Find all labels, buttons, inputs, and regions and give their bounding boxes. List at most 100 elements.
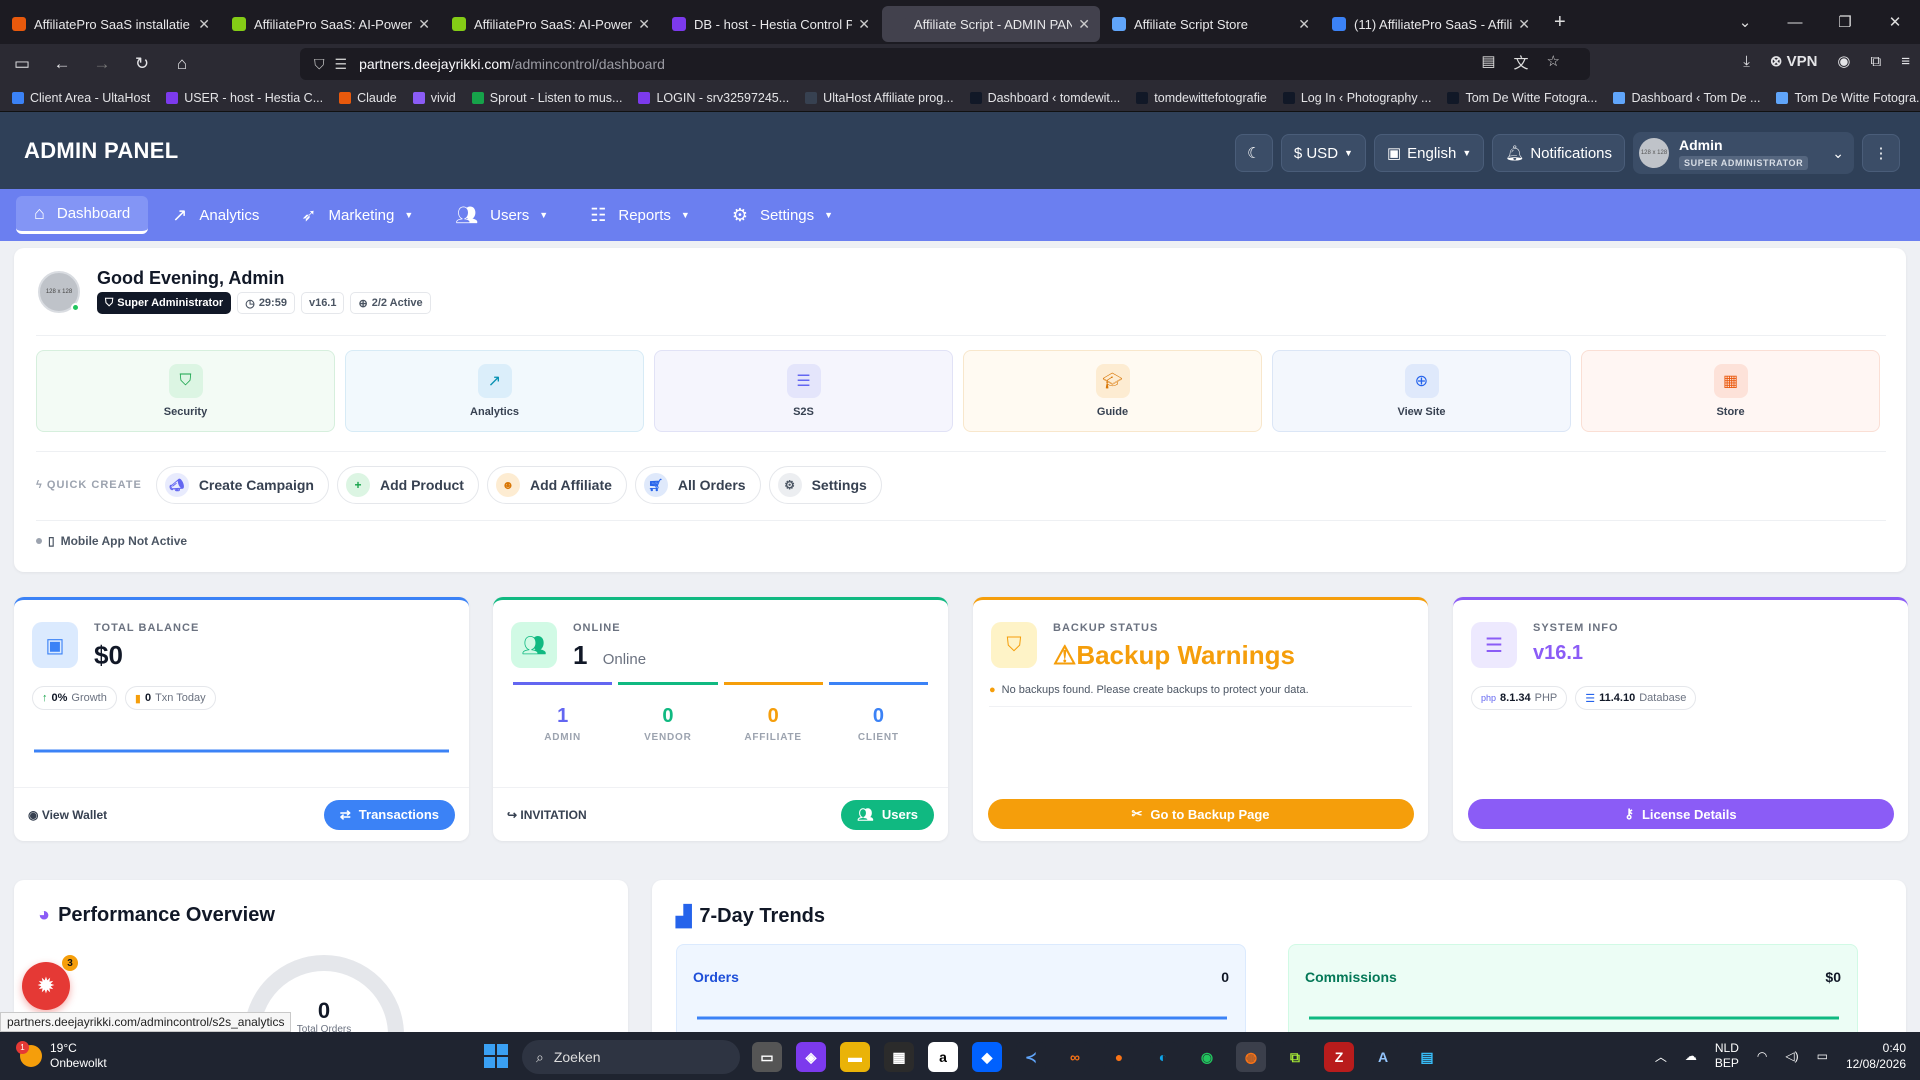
restore-button[interactable]: ❐ — [1820, 13, 1870, 31]
close-tab-icon[interactable]: ✕ — [1078, 16, 1090, 33]
sync-icon[interactable]: ∞ — [1060, 1042, 1090, 1072]
tile-security[interactable]: ⛉ Security — [36, 350, 335, 432]
browser-tab[interactable]: Affiliate Script Store ✕ — [1102, 6, 1320, 42]
chrome-icon[interactable]: ◉ — [1192, 1042, 1222, 1072]
tray-overflow-icon[interactable]: ︿ — [1655, 1048, 1667, 1065]
view-wallet-link[interactable]: ◉ View Wallet — [28, 808, 107, 822]
currency-select[interactable]: $ USD ▼ — [1280, 134, 1366, 172]
go-to-backup-button[interactable]: ✂ Go to Backup Page — [987, 799, 1414, 829]
sidebar-toggle-icon[interactable]: ▭ — [4, 48, 40, 80]
bookmark-item[interactable]: Tom De Witte Fotogra... — [1776, 91, 1920, 105]
bookmark-item[interactable]: UltaHost Affiliate prog... — [805, 91, 954, 105]
download-icon[interactable]: ⤓ — [1743, 53, 1750, 70]
vscode-icon[interactable]: ≺ — [1016, 1042, 1046, 1072]
close-window-button[interactable]: ✕ — [1870, 13, 1920, 31]
bookmark-item[interactable]: USER - host - Hestia C... — [166, 91, 323, 105]
tile-store[interactable]: ▦ Store — [1581, 350, 1880, 432]
close-tab-icon[interactable]: ✕ — [1518, 16, 1530, 33]
close-tab-icon[interactable]: ✕ — [858, 16, 870, 33]
quick-add-affiliate-button[interactable]: ☻ Add Affiliate — [486, 466, 627, 504]
nav-marketing[interactable]: ➶ Marketing ▼ — [283, 196, 431, 234]
menu-icon[interactable]: ≡ — [1901, 53, 1910, 70]
clock[interactable]: 0:40 12/08/2026 — [1846, 1040, 1906, 1072]
quick-settings-button[interactable]: ⚙ Settings — [768, 466, 882, 504]
firefox-icon[interactable]: ◍ — [1236, 1042, 1266, 1072]
nav-settings[interactable]: ⚙ Settings ▼ — [714, 196, 851, 234]
bookmark-star-icon[interactable]: ☆ — [1547, 52, 1560, 73]
wifi-icon[interactable]: ◠ — [1757, 1049, 1767, 1063]
tile-guide[interactable]: 🎓︎ Guide — [963, 350, 1262, 432]
reader-view-icon[interactable]: ▤ — [1481, 52, 1495, 73]
browser-tab[interactable]: Affiliate Script - ADMIN PANEL ✕ — [882, 6, 1100, 42]
nav-dashboard[interactable]: ⌂ Dashboard — [16, 196, 149, 234]
windows-start-icon[interactable] — [484, 1044, 508, 1068]
vpn-button[interactable]: ⊗ VPN — [1770, 52, 1818, 70]
filezilla-icon[interactable]: Z — [1324, 1042, 1354, 1072]
home-button[interactable]: ⌂ — [164, 48, 200, 80]
amazon-icon[interactable]: a — [928, 1042, 958, 1072]
forward-button[interactable]: → — [84, 48, 120, 80]
bookmark-item[interactable]: Client Area - UltaHost — [12, 91, 150, 105]
weather-widget[interactable]: 1 19°C Onbewolkt — [16, 1041, 107, 1071]
nav-reports[interactable]: ☷ Reports ▼ — [572, 196, 708, 234]
quick-create-campaign-button[interactable]: 📣︎ Create Campaign — [155, 466, 329, 504]
close-tab-icon[interactable]: ✕ — [638, 16, 650, 33]
tile-view-site[interactable]: ⊕ View Site — [1272, 350, 1571, 432]
tile-analytics[interactable]: ↗ Analytics — [345, 350, 644, 432]
bookmark-item[interactable]: Tom De Witte Fotogra... — [1447, 91, 1597, 105]
copilot-icon[interactable]: ◈ — [796, 1042, 826, 1072]
new-tab-button[interactable]: + — [1554, 11, 1566, 34]
bookmark-item[interactable]: Dashboard ‹ tomdewit... — [969, 91, 1120, 105]
nav-users[interactable]: 👥︎ Users ▼ — [437, 196, 566, 234]
close-tab-icon[interactable]: ✕ — [198, 16, 210, 33]
quick-all-orders-button[interactable]: 🛒︎ All Orders — [634, 466, 761, 504]
bookmark-item[interactable]: Claude — [339, 91, 397, 105]
close-tab-icon[interactable]: ✕ — [418, 16, 430, 33]
site-info-icon[interactable]: ☰ — [335, 56, 348, 73]
nav-analytics[interactable]: ↗ Analytics — [154, 196, 277, 234]
edge-icon[interactable]: ◐ — [1148, 1042, 1178, 1072]
browser-tab[interactable]: DB - host - Hestia Control Panel ✕ — [662, 6, 880, 42]
language-indicator[interactable]: NLD BEP — [1715, 1041, 1739, 1071]
file-explorer-icon[interactable]: ▬ — [840, 1042, 870, 1072]
bookmark-item[interactable]: Dashboard ‹ Tom De ... — [1613, 91, 1760, 105]
notifications-button[interactable]: 🔔︎ Notifications — [1492, 134, 1626, 172]
tile-s2s[interactable]: ☰ S2S — [654, 350, 953, 432]
network-tool-icon[interactable]: ⧉ — [1280, 1042, 1310, 1072]
minimize-button[interactable]: — — [1770, 14, 1820, 31]
users-button[interactable]: 👥︎ Users — [841, 799, 934, 830]
taskbar-search[interactable]: ⌕ Zoeken — [522, 1040, 740, 1074]
transactions-button[interactable]: ⇄ Transactions — [323, 799, 455, 830]
license-details-button[interactable]: ⚷ License Details — [1467, 799, 1894, 829]
quick-add-product-button[interactable]: + Add Product — [336, 466, 479, 504]
app-store-icon[interactable]: A — [1368, 1042, 1398, 1072]
volume-icon[interactable]: ◁) — [1785, 1049, 1798, 1063]
dropbox-icon[interactable]: ◆ — [972, 1042, 1002, 1072]
task-view-icon[interactable]: ▭ — [752, 1042, 782, 1072]
reload-button[interactable]: ↻ — [124, 48, 160, 80]
address-bar[interactable]: ⛉ ☰ partners.deejayrikki.com /admincontr… — [300, 48, 1590, 80]
close-tab-icon[interactable]: ✕ — [1298, 16, 1310, 33]
bookmark-item[interactable]: LOGIN - srv32597245... — [638, 91, 789, 105]
firefox-dev-icon[interactable]: ● — [1104, 1042, 1134, 1072]
browser-tab[interactable]: AffiliatePro SaaS: AI-Powered M ✕ — [222, 6, 440, 42]
browser-tab[interactable]: AffiliatePro SaaS installatie op U ✕ — [2, 6, 220, 42]
translate-icon[interactable]: 文 — [1514, 52, 1529, 73]
bookmark-item[interactable]: tomdewittefotografie — [1136, 91, 1267, 105]
battery-icon[interactable]: ▭ — [1817, 1049, 1828, 1063]
language-select[interactable]: ▣ English ▼ — [1373, 134, 1485, 172]
account-icon[interactable]: ◉ — [1837, 52, 1850, 70]
bookmark-item[interactable]: Sprout - Listen to mus... — [471, 91, 622, 105]
more-options-button[interactable]: ⋮ — [1862, 134, 1900, 172]
invitation-link[interactable]: ↪ INVITATION — [507, 808, 587, 822]
store-icon[interactable]: ▦ — [884, 1042, 914, 1072]
bug-report-button[interactable]: ✹ — [22, 962, 70, 1010]
back-button[interactable]: ← — [44, 48, 80, 80]
bookmark-item[interactable]: Log In ‹ Photography ... — [1282, 91, 1431, 105]
browser-tab[interactable]: AffiliatePro SaaS: AI-Powered M ✕ — [442, 6, 660, 42]
notepad-icon[interactable]: ▤ — [1412, 1042, 1442, 1072]
browser-tab[interactable]: (11) AffiliatePro SaaS - Affiliate ✕ — [1322, 6, 1540, 42]
dark-mode-toggle[interactable]: ☾ — [1234, 134, 1273, 172]
extensions-icon[interactable]: ⧉ — [1871, 53, 1882, 70]
user-menu[interactable]: 128 x 128 Admin SUPER ADMINISTRATOR ⌄ — [1633, 132, 1854, 174]
